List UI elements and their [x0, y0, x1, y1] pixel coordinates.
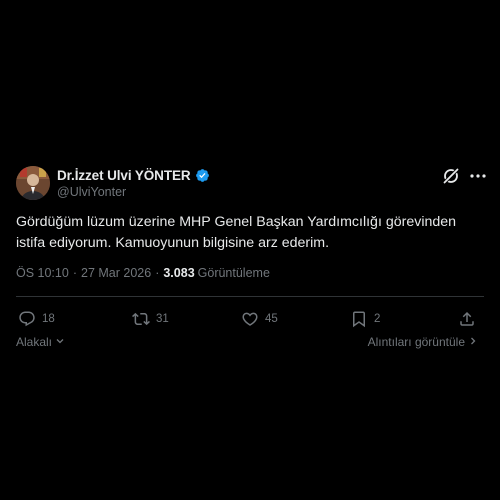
tweet-text: Gördüğüm lüzum üzerine MHP Genel Başkan …: [16, 214, 457, 251]
like-icon: [242, 312, 258, 326]
reply-button[interactable]: 18: [18, 308, 55, 330]
author-handle[interactable]: @UlviYonter: [57, 185, 126, 199]
more-icon[interactable]: [468, 166, 488, 186]
chevron-down-icon: [55, 335, 65, 349]
action-bar: 18 31 45 2: [16, 308, 480, 330]
tweet-time[interactable]: ÖS 10:10: [16, 266, 69, 280]
bookmark-icon: [353, 311, 365, 328]
avatar-photo: [16, 166, 50, 200]
verified-badge-icon[interactable]: [195, 168, 210, 183]
share-button[interactable]: [458, 308, 476, 330]
quotes-label: Alıntıları görüntüle: [367, 335, 465, 349]
reply-count: 18: [42, 313, 55, 325]
author-display-name[interactable]: Dr.İzzet Ulvi YÖNTER: [57, 168, 191, 183]
share-icon: [460, 311, 474, 326]
views-count[interactable]: 3.083: [163, 266, 194, 280]
chevron-right-icon: [468, 335, 478, 349]
meta-separator: ·: [72, 266, 77, 280]
grok-icon[interactable]: [441, 166, 461, 186]
divider: [16, 296, 484, 297]
bookmark-count: 2: [374, 313, 381, 325]
reply-icon: [19, 311, 35, 327]
author-name-row: Dr.İzzet Ulvi YÖNTER: [57, 166, 210, 184]
views-label[interactable]: Görüntüleme: [198, 266, 270, 280]
tweet-card: Dr.İzzet Ulvi YÖNTER @UlviYonter Gördüğü…: [0, 0, 500, 500]
relevant-label: Alakalı: [16, 335, 53, 349]
retweet-button[interactable]: 31: [132, 308, 169, 330]
retweet-count: 31: [156, 313, 169, 325]
tweet-meta: ÖS 10:10 · 27 Mar 2026 · 3.083 Görüntüle…: [16, 266, 270, 280]
view-quotes-link[interactable]: Alıntıları görüntüle: [368, 335, 478, 349]
like-count: 45: [265, 313, 278, 325]
tweet-footer: Alakalı Alıntıları görüntüle: [16, 335, 484, 351]
avatar[interactable]: [16, 166, 50, 200]
relevant-sort-dropdown[interactable]: Alakalı: [16, 335, 65, 349]
meta-separator: ·: [155, 266, 160, 280]
tweet-date[interactable]: 27 Mar 2026: [81, 266, 151, 280]
bookmark-button[interactable]: 2: [350, 308, 380, 330]
retweet-icon: [132, 312, 150, 326]
like-button[interactable]: 45: [241, 308, 278, 330]
